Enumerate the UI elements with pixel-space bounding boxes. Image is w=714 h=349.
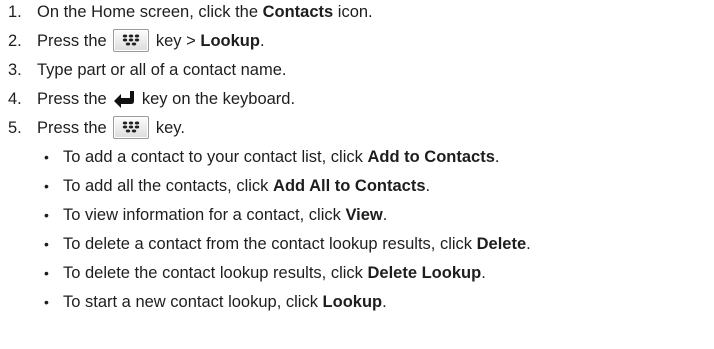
option-text: .	[382, 293, 387, 311]
step-number: 3.	[8, 61, 22, 79]
step-text: key on the keyboard.	[137, 90, 296, 108]
step-3: 3. Type part or all of a contact name.	[0, 56, 714, 85]
step-text: Press the	[37, 90, 112, 108]
option-text: .	[526, 235, 531, 253]
list-item: • To delete a contact from the contact l…	[0, 230, 714, 259]
bullet-icon: •	[44, 178, 49, 194]
step-text: key >	[151, 32, 201, 50]
bullet-icon: •	[44, 265, 49, 281]
step-text: Press the	[37, 32, 112, 50]
list-item: • To view information for a contact, cli…	[0, 201, 714, 230]
option-label: Add to Contacts	[367, 148, 495, 166]
blackberry-menu-key-icon	[113, 28, 150, 52]
contacts-label: Contacts	[262, 3, 334, 21]
option-text: .	[382, 206, 388, 224]
lookup-label: Lookup	[200, 32, 260, 50]
step-text: key.	[151, 119, 185, 137]
list-item: • To add all the contacts, click Add All…	[0, 172, 714, 201]
list-item: • To delete the contact lookup results, …	[0, 259, 714, 288]
option-text: To view information for a contact, click	[63, 206, 346, 224]
options-list: • To add a contact to your contact list,…	[0, 143, 714, 317]
step-1: 1. On the Home screen, click the Contact…	[0, 0, 714, 27]
option-text: .	[481, 264, 486, 282]
enter-key-icon	[113, 89, 135, 108]
step-number: 5.	[8, 119, 22, 137]
bullet-icon: •	[44, 236, 49, 252]
option-text: To delete the contact lookup results, cl…	[63, 264, 368, 282]
instructions-document: 1. On the Home screen, click the Contact…	[0, 0, 714, 347]
option-label: Delete Lookup	[367, 264, 482, 282]
step-4: 4. Press the key on the keyboard.	[0, 85, 714, 114]
option-text: To start a new contact lookup, click	[63, 293, 323, 311]
option-text: To delete a contact from the contact loo…	[63, 235, 477, 253]
list-item: • To add a contact to your contact list,…	[0, 143, 714, 172]
step-text: Press the	[37, 119, 112, 137]
steps-list: 1. On the Home screen, click the Contact…	[0, 0, 714, 143]
blackberry-menu-key-icon	[113, 115, 150, 139]
bullet-icon: •	[44, 294, 49, 310]
bullet-icon: •	[44, 149, 49, 165]
step-text: Type part or all of a contact name.	[37, 61, 287, 79]
option-label: Delete	[476, 235, 527, 253]
bullet-icon: •	[44, 207, 49, 223]
option-text: To add a contact to your contact list, c…	[63, 148, 368, 166]
option-label: View	[345, 206, 383, 224]
option-text: .	[494, 148, 500, 166]
step-number: 4.	[8, 90, 22, 108]
option-label: Lookup	[322, 293, 383, 311]
step-text: .	[259, 32, 265, 50]
step-5: 5. Press the key.	[0, 114, 714, 143]
step-text: On the Home screen, click the	[37, 3, 263, 21]
option-label: Add All to Contacts	[273, 177, 426, 195]
step-number: 2.	[8, 32, 22, 50]
step-2: 2. Press the key > Lookup.	[0, 27, 714, 56]
option-text: To add all the contacts, click	[63, 177, 274, 195]
option-text: .	[425, 177, 431, 195]
step-text: icon.	[333, 3, 373, 21]
list-item: • To start a new contact lookup, click L…	[0, 288, 714, 317]
step-number: 1.	[8, 3, 22, 21]
